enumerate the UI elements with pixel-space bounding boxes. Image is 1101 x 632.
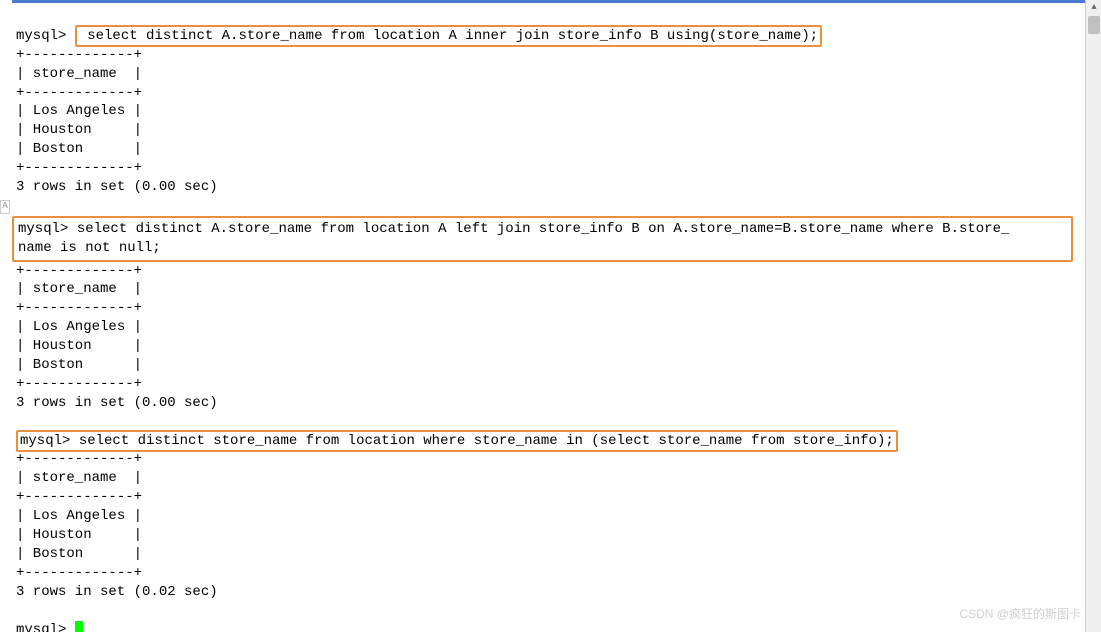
table-row: | Los Angeles | — [16, 319, 142, 335]
table-border: +-------------+ — [16, 376, 142, 392]
query-2-line1: select distinct A.store_name from locati… — [77, 221, 1010, 237]
prompt: mysql> — [16, 622, 66, 632]
scrollbar-up-icon[interactable]: ▴ — [1086, 0, 1101, 16]
terminal-output[interactable]: mysql> select distinct A.store_name from… — [0, 0, 1101, 632]
cursor[interactable] — [75, 621, 83, 632]
table-border: +-------------+ — [16, 85, 142, 101]
table-row: | Boston | — [16, 141, 142, 157]
query-3: select distinct store_name from location… — [79, 433, 894, 449]
table-header: | store_name | — [16, 470, 142, 486]
table-header: | store_name | — [16, 281, 142, 297]
scrollbar-thumb[interactable] — [1088, 16, 1100, 34]
prompt: mysql> — [20, 433, 70, 449]
table-row: | Boston | — [16, 546, 142, 562]
query-2-highlight: mysql> select distinct A.store_name from… — [12, 216, 1073, 262]
table-row: | Boston | — [16, 357, 142, 373]
result-summary: 3 rows in set (0.02 sec) — [16, 584, 218, 600]
query-1-highlight: select distinct A.store_name from locati… — [75, 25, 822, 47]
watermark: CSDN @疯狂的斯图卡 — [959, 605, 1081, 622]
query-2-line2: name is not null; — [18, 240, 161, 256]
table-row: | Houston | — [16, 338, 142, 354]
table-border: +-------------+ — [16, 263, 142, 279]
result-summary: 3 rows in set (0.00 sec) — [16, 179, 218, 195]
prompt: mysql> — [16, 28, 66, 44]
table-row: | Los Angeles | — [16, 508, 142, 524]
table-row: | Houston | — [16, 527, 142, 543]
table-border: +-------------+ — [16, 47, 142, 63]
table-header: | store_name | — [16, 66, 142, 82]
prompt: mysql> — [18, 221, 68, 237]
table-border: +-------------+ — [16, 160, 142, 176]
table-border: +-------------+ — [16, 300, 142, 316]
query-3-highlight: mysql> select distinct store_name from l… — [16, 430, 898, 452]
table-border: +-------------+ — [16, 451, 142, 467]
table-border: +-------------+ — [16, 565, 142, 581]
table-row: | Los Angeles | — [16, 103, 142, 119]
result-summary: 3 rows in set (0.00 sec) — [16, 395, 218, 411]
table-row: | Houston | — [16, 122, 142, 138]
table-border: +-------------+ — [16, 489, 142, 505]
scrollbar[interactable]: ▴ — [1085, 0, 1101, 632]
